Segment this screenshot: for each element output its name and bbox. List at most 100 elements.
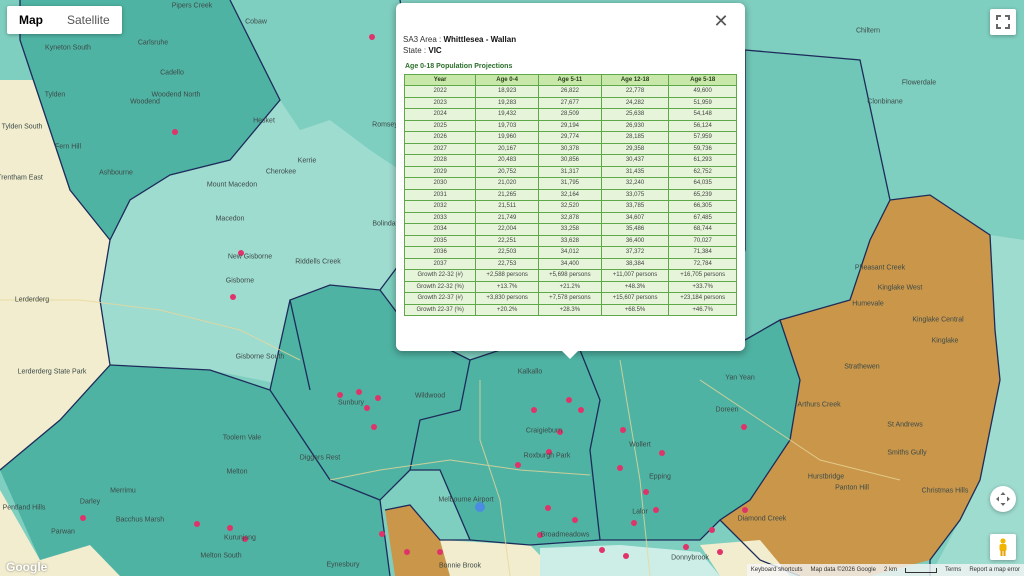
table-cell: +3,830 persons bbox=[475, 292, 539, 305]
table-cell: 2033 bbox=[403, 211, 477, 224]
table-cell: 19,283 bbox=[475, 96, 539, 109]
table-cell: 56,124 bbox=[668, 119, 737, 132]
table-cell: 30,856 bbox=[538, 154, 602, 167]
table-cell: 65,239 bbox=[668, 188, 737, 201]
table-cell: 20,167 bbox=[475, 142, 539, 155]
table-row: 2035 22,251 33,628 36,400 70,027 bbox=[403, 234, 737, 247]
terms-link[interactable]: Terms bbox=[945, 567, 961, 573]
projection-table: Year Age 0-4 Age 5-11 Age 12-18 Age 5-18 202… bbox=[403, 74, 737, 316]
table-cell: 33,258 bbox=[538, 223, 602, 236]
table-cell: 24,282 bbox=[600, 96, 670, 109]
table-cell: 30,378 bbox=[538, 142, 602, 155]
table-cell: 68,744 bbox=[668, 223, 737, 236]
table-row: Growth 22-32 (#) +2,588 persons +5,698 per… bbox=[403, 269, 737, 282]
table-cell: +20.2% bbox=[475, 303, 539, 316]
table-row: 2022 18,923 26,822 22,778 49,600 bbox=[403, 85, 737, 98]
table-cell: 29,774 bbox=[538, 131, 602, 144]
table-cell: +7,578 persons bbox=[538, 292, 602, 305]
table-row: 2028 20,483 30,856 30,437 61,293 bbox=[403, 154, 737, 167]
keyboard-shortcuts-link[interactable]: Keyboard shortcuts bbox=[751, 567, 803, 573]
table-cell: 34,607 bbox=[600, 211, 670, 224]
table-cell: 2036 bbox=[403, 246, 477, 259]
table-cell: 2027 bbox=[403, 142, 477, 155]
table-cell: 26,930 bbox=[600, 119, 670, 132]
table-row: 2033 21,749 32,878 34,607 67,485 bbox=[403, 211, 737, 224]
table-row: 2032 21,511 32,520 33,785 66,305 bbox=[403, 200, 737, 213]
table-cell: 35,486 bbox=[600, 223, 670, 236]
table-cell: 26,822 bbox=[538, 85, 602, 98]
table-row: 2030 21,020 31,795 32,240 64,035 bbox=[403, 177, 737, 190]
table-cell: 29,358 bbox=[600, 142, 670, 155]
table-cell: +5,698 persons bbox=[538, 269, 602, 282]
google-logo: Google bbox=[6, 560, 48, 574]
camera-control-button[interactable] bbox=[990, 486, 1016, 512]
table-cell: +28.3% bbox=[538, 303, 602, 316]
table-cell: 2023 bbox=[403, 96, 477, 109]
map-type-satellite-button[interactable]: Satellite bbox=[55, 6, 122, 34]
table-cell: 22,778 bbox=[600, 85, 670, 98]
map-data-attribution: Map data ©2026 Google bbox=[810, 567, 876, 573]
area-label: SA3 Area : bbox=[403, 35, 442, 44]
column-header: Age 5-11 bbox=[538, 74, 602, 86]
table-header-row: Year Age 0-4 Age 5-11 Age 12-18 Age 5-18 bbox=[403, 74, 737, 86]
table-row: 2031 21,265 32,164 33,075 65,239 bbox=[403, 188, 737, 201]
table-cell: 66,305 bbox=[668, 200, 737, 213]
airport-icon bbox=[475, 502, 485, 512]
table-row: 2023 19,283 27,677 24,282 51,959 bbox=[403, 96, 737, 109]
table-title: Age 0-18 Population Projections bbox=[405, 63, 513, 70]
table-cell: 20,752 bbox=[475, 165, 539, 178]
table-cell: 59,736 bbox=[668, 142, 737, 155]
table-cell: 32,164 bbox=[538, 188, 602, 201]
table-cell: 49,600 bbox=[668, 85, 737, 98]
table-cell: 20,483 bbox=[475, 154, 539, 167]
table-cell: 37,372 bbox=[600, 246, 670, 259]
table-row: Growth 22-32 (%) +13.7% +21.2% +48.3% +33.7% bbox=[403, 280, 737, 293]
table-cell: 57,959 bbox=[668, 131, 737, 144]
table-cell: +13.7% bbox=[475, 280, 539, 293]
table-cell: 2022 bbox=[403, 85, 477, 98]
table-row: 2025 19,703 29,194 26,930 56,124 bbox=[403, 119, 737, 132]
table-cell: 28,185 bbox=[600, 131, 670, 144]
table-cell: 31,435 bbox=[600, 165, 670, 178]
close-button[interactable]: ✕ bbox=[711, 11, 731, 31]
table-cell: 32,520 bbox=[538, 200, 602, 213]
table-cell: 34,012 bbox=[538, 246, 602, 259]
table-cell: +46.7% bbox=[668, 303, 737, 316]
table-row: 2024 19,432 28,509 25,638 54,148 bbox=[403, 108, 737, 121]
table-cell: 2029 bbox=[403, 165, 477, 178]
report-error-link[interactable]: Report a map error bbox=[969, 567, 1020, 573]
column-header: Age 0-4 bbox=[475, 74, 539, 86]
info-window: ✕ SA3 Area : Whittlesea - Wallan State :… bbox=[396, 3, 745, 359]
table-cell: 2031 bbox=[403, 188, 477, 201]
table-cell: 22,004 bbox=[475, 223, 539, 236]
move-icon bbox=[996, 492, 1010, 506]
table-cell: 2037 bbox=[403, 257, 477, 270]
table-cell: +2,588 persons bbox=[475, 269, 539, 282]
table-cell: 2026 bbox=[403, 131, 477, 144]
column-header: Age 5-18 bbox=[668, 74, 737, 86]
table-cell: 71,384 bbox=[668, 246, 737, 259]
table-cell: +48.3% bbox=[600, 280, 670, 293]
map-type-control: Map Satellite bbox=[7, 6, 122, 34]
table-cell: 2025 bbox=[403, 119, 477, 132]
table-cell: +68.5% bbox=[600, 303, 670, 316]
table-row: 2034 22,004 33,258 35,486 68,744 bbox=[403, 223, 737, 236]
table-cell: 30,437 bbox=[600, 154, 670, 167]
table-row: Growth 22-37 (%) +20.2% +28.3% +68.5% +46.7% bbox=[403, 303, 737, 316]
table-cell: 2030 bbox=[403, 177, 477, 190]
fullscreen-button[interactable] bbox=[990, 9, 1016, 35]
scale-label[interactable]: 2 km bbox=[884, 567, 897, 573]
state-label: State : bbox=[403, 46, 427, 55]
fullscreen-icon bbox=[996, 15, 1010, 29]
pegman-icon bbox=[999, 538, 1007, 556]
table-cell: 22,753 bbox=[475, 257, 539, 270]
table-cell: Growth 22-37 (#) bbox=[403, 292, 477, 305]
column-header: Age 12-18 bbox=[600, 74, 670, 86]
table-cell: 34,400 bbox=[538, 257, 602, 270]
table-cell: 2035 bbox=[403, 234, 477, 247]
street-view-button[interactable] bbox=[990, 534, 1016, 560]
table-cell: 31,795 bbox=[538, 177, 602, 190]
table-row: 2029 20,752 31,317 31,435 62,752 bbox=[403, 165, 737, 178]
map-type-map-button[interactable]: Map bbox=[7, 6, 55, 34]
table-cell: 28,509 bbox=[538, 108, 602, 121]
